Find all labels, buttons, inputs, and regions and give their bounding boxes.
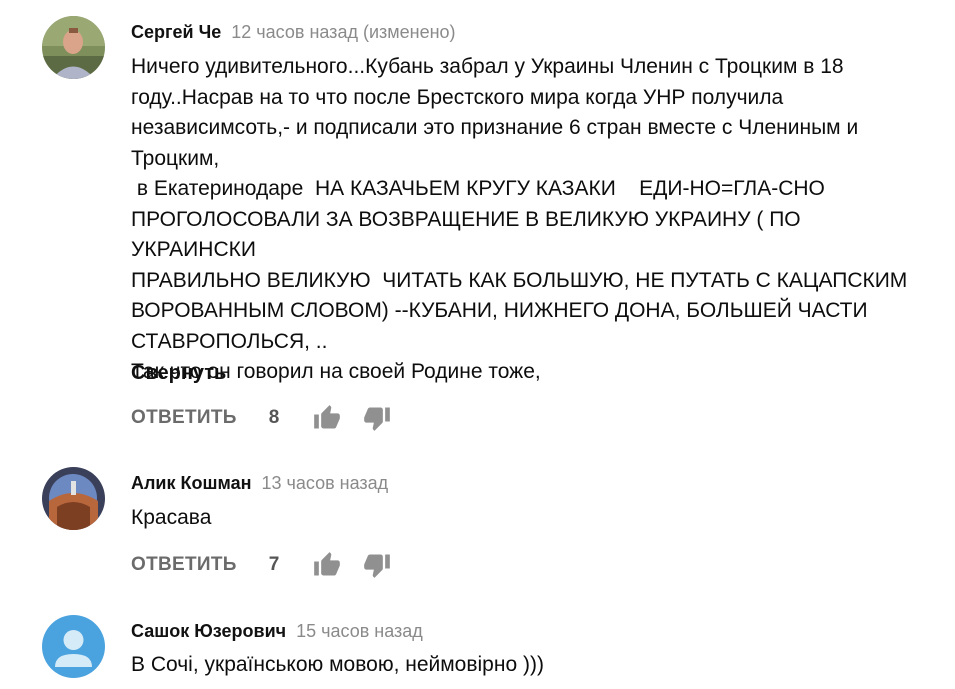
comment-text: Ничего удивительного...Кубань забрал у У… — [131, 55, 908, 383]
comment-text: Красава — [131, 506, 212, 529]
author-name[interactable]: Сергей Че — [131, 22, 221, 42]
thumb-up-icon[interactable] — [313, 551, 341, 579]
reply-button[interactable]: ОТВЕТИТЬ — [131, 554, 237, 576]
thumb-up-icon[interactable] — [313, 404, 341, 432]
comment-header: Сашок Юзерович 15 часов назад — [131, 619, 423, 643]
collapse-button[interactable]: Свернуть — [131, 362, 226, 385]
avatar[interactable] — [42, 467, 105, 530]
comment-header: Сергей Че 12 часов назад (изменено) — [131, 20, 456, 44]
comment-actions: ОТВЕТИТЬ 7 — [131, 550, 391, 580]
timestamp[interactable]: 15 часов назад — [296, 621, 423, 641]
author-name[interactable]: Сашок Юзерович — [131, 621, 286, 641]
comment-text: В Сочі, українською мовою, неймовірно ))… — [131, 653, 544, 676]
comment-header: Алик Кошман 13 часов назад — [131, 471, 388, 495]
timestamp[interactable]: 13 часов назад — [261, 473, 388, 493]
thumb-down-icon[interactable] — [363, 404, 391, 432]
thumb-down-icon[interactable] — [363, 551, 391, 579]
reply-button[interactable]: ОТВЕТИТЬ — [131, 407, 237, 429]
author-name[interactable]: Алик Кошман — [131, 473, 251, 493]
comment-actions: ОТВЕТИТЬ 8 — [131, 403, 391, 433]
timestamp[interactable]: 12 часов назад (изменено) — [231, 22, 455, 42]
user-silhouette-icon[interactable] — [42, 615, 105, 678]
avatar[interactable] — [42, 16, 105, 79]
like-count: 7 — [268, 554, 280, 575]
like-count: 8 — [268, 407, 280, 428]
